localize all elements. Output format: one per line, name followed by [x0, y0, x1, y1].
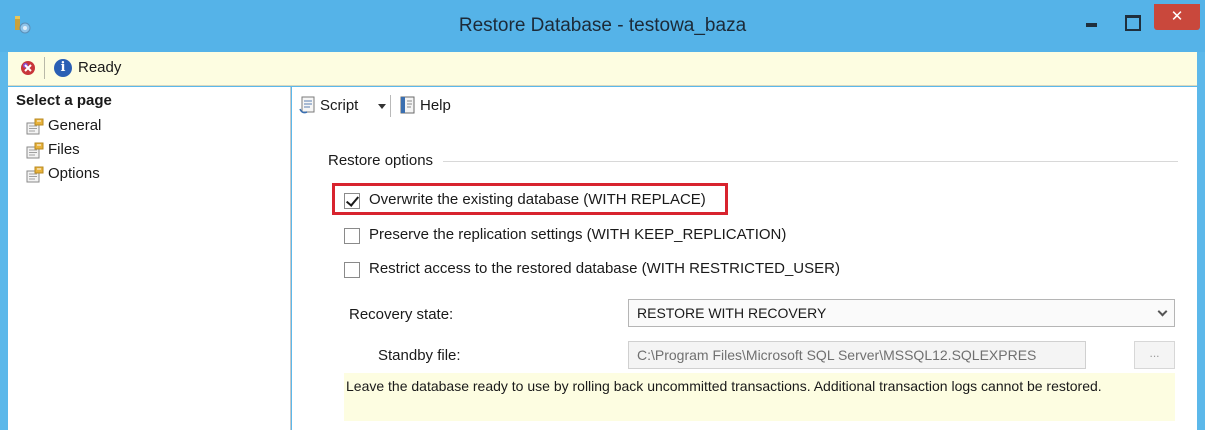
stop-icon[interactable] [20, 60, 36, 76]
status-text: Ready [78, 59, 122, 76]
preserve-replication-checkbox[interactable] [344, 228, 360, 244]
standby-file-input[interactable]: C:\Program Files\Microsoft SQL Server\MS… [628, 341, 1086, 369]
overwrite-label[interactable]: Overwrite the existing database (WITH RE… [369, 191, 706, 208]
page-item-label: Options [48, 165, 100, 182]
page-icon [26, 118, 44, 135]
standby-file-value: C:\Program Files\Microsoft SQL Server\MS… [637, 347, 1037, 363]
select-page-title: Select a page [16, 92, 112, 109]
chevron-down-icon[interactable] [378, 104, 386, 109]
script-label: Script [320, 97, 359, 114]
help-icon [400, 96, 415, 114]
maximize-button[interactable] [1112, 12, 1152, 44]
recovery-state-select[interactable]: RESTORE WITH RECOVERY [628, 299, 1175, 327]
restrict-access-label[interactable]: Restrict access to the restored database… [369, 260, 840, 277]
help-button[interactable]: Help [398, 95, 458, 117]
recovery-state-value: RESTORE WITH RECOVERY [637, 305, 827, 321]
page-icon [26, 142, 44, 159]
restrict-access-option[interactable]: Restrict access to the restored database… [344, 259, 854, 285]
recovery-state-label: Recovery state: [349, 306, 454, 323]
page-item-label: General [48, 117, 102, 134]
page-item-label: Files [48, 141, 80, 158]
title-bar[interactable]: Restore Database - testowa_baza ✕ [0, 0, 1205, 52]
overwrite-checkbox-option[interactable]: Overwrite the existing database (WITH RE… [344, 190, 724, 216]
close-button[interactable]: ✕ [1154, 4, 1200, 30]
restore-database-window: Restore Database - testowa_baza ✕ i Read… [0, 0, 1205, 430]
page-item-options[interactable]: Options [16, 164, 216, 188]
options-page: Script Help Restore options Overwrite th… [292, 87, 1197, 430]
info-icon: i [54, 59, 72, 77]
browse-button[interactable]: ... [1134, 341, 1175, 369]
close-icon: ✕ [1170, 7, 1184, 25]
page-icon [26, 166, 44, 183]
restrict-access-checkbox[interactable] [344, 262, 360, 278]
window-title: Restore Database - testowa_baza [458, 15, 747, 36]
chevron-down-icon[interactable] [1157, 306, 1168, 317]
preserve-replication-option[interactable]: Preserve the replication settings (WITH … [344, 225, 814, 251]
status-divider [44, 57, 45, 79]
script-icon [299, 96, 315, 114]
minimize-button[interactable] [1072, 12, 1112, 44]
select-page-pane: Select a page General Files Options [8, 87, 291, 430]
toolbar: Script Help [292, 87, 1197, 123]
recovery-description-text: Leave the database ready to use by rolli… [346, 378, 1102, 394]
script-button[interactable]: Script [298, 95, 388, 117]
recovery-description: Leave the database ready to use by rolli… [344, 373, 1175, 421]
status-bar: i Ready [8, 52, 1197, 86]
group-divider [328, 161, 1178, 162]
page-item-files[interactable]: Files [16, 140, 216, 164]
overwrite-checkbox[interactable] [344, 193, 360, 209]
preserve-replication-label[interactable]: Preserve the replication settings (WITH … [369, 226, 786, 243]
page-item-general[interactable]: General [16, 116, 216, 140]
help-label: Help [420, 97, 451, 114]
toolbar-divider [390, 95, 391, 117]
restore-options-title: Restore options [328, 152, 444, 169]
standby-file-label: Standby file: [378, 347, 461, 364]
